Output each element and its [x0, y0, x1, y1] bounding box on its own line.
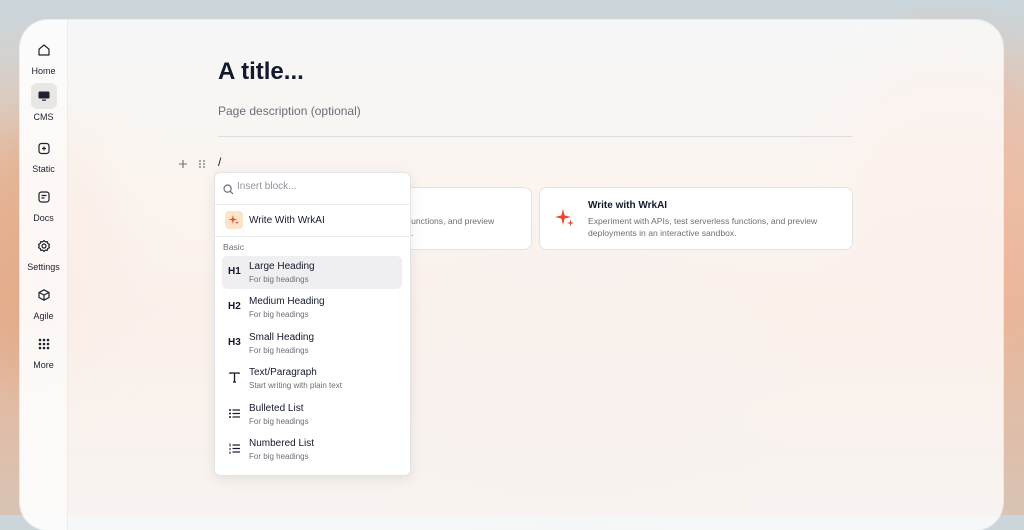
search-icon — [223, 182, 234, 200]
add-block-icon[interactable] — [178, 156, 188, 174]
option-text-paragraph[interactable]: Text/Paragraph Start writing with plain … — [222, 362, 402, 395]
insert-block-menu: Write With WrkAI Basic H1 Large Heading … — [214, 172, 411, 476]
block-search-input[interactable] — [237, 181, 397, 192]
option-subtitle: For big headings — [249, 275, 309, 284]
option-subtitle: For big headings — [249, 310, 309, 319]
card-description-line: s functions, and preview — [402, 216, 495, 226]
sidebar-label: Agile — [33, 311, 54, 321]
h2-icon: H2 — [228, 301, 241, 312]
card-description-line: deployments in an interactive sandbox. — [588, 228, 737, 238]
app-window: Home CMS Static Docs Settings Agile More… — [20, 20, 1003, 530]
divider — [218, 136, 852, 137]
sparkle-icon — [554, 207, 576, 234]
option-title: Bulleted List — [249, 403, 304, 414]
sidebar-item-more[interactable]: More — [20, 331, 67, 370]
option-title: Medium Heading — [249, 296, 325, 307]
h1-icon: H1 — [228, 266, 241, 277]
grid-dots-icon — [31, 331, 57, 357]
option-subtitle: Start writing with plain text — [249, 381, 342, 390]
write-with-wrkai-card[interactable]: Write with WrkAI Experiment with APIs, t… — [539, 187, 853, 250]
sidebar-label: Static — [32, 164, 55, 174]
option-numbered-list[interactable]: Numbered List For big headings — [222, 433, 402, 466]
sidebar-item-docs[interactable]: Docs — [20, 184, 67, 223]
block-input[interactable]: / — [218, 155, 221, 169]
sidebar-label: Docs — [33, 213, 54, 223]
write-with-wrkai-option[interactable]: Write With WrkAI — [215, 205, 410, 237]
h3-icon: H3 — [228, 337, 241, 348]
gear-icon — [31, 233, 57, 259]
card-description-line: Experiment with APIs, test serverless fu… — [588, 216, 818, 226]
sidebar-item-home[interactable]: Home — [20, 37, 67, 76]
option-title: Large Heading — [249, 261, 315, 272]
static-icon — [31, 135, 57, 161]
option-small-heading[interactable]: H3 Small Heading For big headings — [222, 327, 402, 360]
bulleted-list-icon — [228, 407, 241, 425]
sidebar-label: More — [33, 360, 54, 370]
page-title[interactable]: A title... — [218, 58, 304, 86]
sidebar-label: Settings — [27, 262, 60, 272]
section-label: Basic — [223, 242, 245, 252]
card-title: Write with WrkAI — [588, 200, 668, 211]
option-title: Text/Paragraph — [249, 367, 317, 378]
sidebar-label: Home — [31, 66, 56, 76]
monitor-icon — [30, 83, 57, 109]
sidebar: Home CMS Static Docs Settings Agile More — [20, 20, 68, 530]
option-medium-heading[interactable]: H2 Medium Heading For big headings — [222, 291, 402, 324]
sidebar-item-cms[interactable]: CMS — [20, 83, 67, 122]
sidebar-item-agile[interactable]: Agile — [20, 282, 67, 321]
drag-handle-icon[interactable] — [198, 156, 206, 174]
option-bulleted-list[interactable]: Bulleted List For big headings — [222, 398, 402, 431]
block-controls — [178, 156, 206, 174]
page-description-field[interactable]: Page description (optional) — [218, 104, 361, 118]
home-icon — [31, 37, 57, 63]
sparkle-icon — [225, 211, 243, 229]
sidebar-item-settings[interactable]: Settings — [20, 233, 67, 272]
text-icon — [228, 371, 241, 389]
sidebar-label: CMS — [33, 112, 54, 122]
sidebar-item-static[interactable]: Static — [20, 135, 67, 174]
numbered-list-icon — [228, 442, 241, 460]
option-subtitle: For big headings — [249, 417, 309, 426]
option-large-heading[interactable]: H1 Large Heading For big headings — [222, 256, 402, 289]
option-title: Small Heading — [249, 332, 315, 343]
cube-icon — [31, 282, 57, 308]
option-subtitle: For big headings — [249, 346, 309, 355]
option-label: Write With WrkAI — [249, 215, 325, 226]
option-title: Numbered List — [249, 438, 315, 449]
docs-icon — [31, 184, 57, 210]
block-search — [215, 173, 410, 205]
option-subtitle: For big headings — [249, 452, 309, 461]
card-description-line: ox. — [402, 227, 527, 239]
